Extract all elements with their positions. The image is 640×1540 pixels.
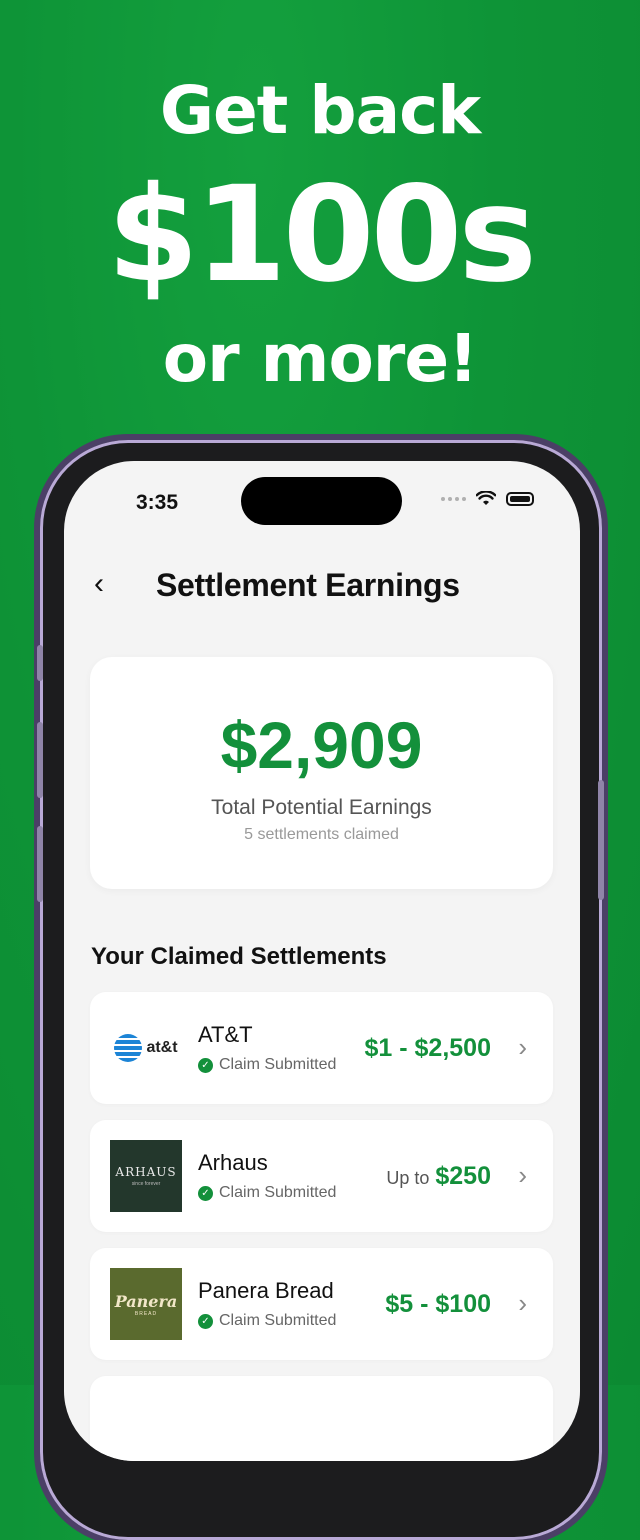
phone-side-button: [37, 645, 43, 681]
dynamic-island: [241, 477, 402, 525]
phone-power-button: [598, 780, 604, 900]
chevron-right-icon: ›: [518, 1160, 527, 1190]
hero-line-1: Get back: [159, 72, 481, 149]
panera-logo: Panera BREAD: [110, 1268, 182, 1340]
settlement-amount: Up to $250: [386, 1162, 491, 1190]
settlement-name: Arhaus: [198, 1150, 268, 1175]
arhaus-logo: ARHAUS since forever: [110, 1140, 182, 1212]
back-button[interactable]: ‹: [94, 567, 104, 601]
page-title: Settlement Earnings: [156, 567, 460, 603]
earnings-summary-card: $2,909 Total Potential Earnings 5 settle…: [90, 657, 553, 889]
settlement-name: Panera Bread: [198, 1278, 334, 1303]
total-label: Total Potential Earnings: [211, 796, 432, 819]
claim-status: ✓ Claim Submitted: [198, 1184, 336, 1202]
settlement-amount: $1 - $2,500: [364, 1034, 492, 1062]
settlement-name: AT&T: [198, 1022, 253, 1047]
check-circle-icon: ✓: [198, 1185, 213, 1201]
settlement-card-partial[interactable]: [90, 1376, 553, 1461]
hero-line-3: or more!: [162, 320, 478, 397]
settlement-card-att[interactable]: at&t AT&T ✓ Claim Submitted $1 - $2,500 …: [90, 992, 553, 1104]
status-time: 3:35: [136, 491, 179, 514]
signal-icon: [441, 497, 466, 501]
total-amount: $2,909: [220, 708, 423, 782]
claim-status: ✓ Claim Submitted: [198, 1056, 336, 1074]
wifi-icon: [476, 491, 496, 505]
battery-icon: [506, 492, 534, 506]
hero-line-2: $100s: [107, 158, 537, 312]
settlement-card-arhaus[interactable]: ARHAUS since forever Arhaus ✓ Claim Subm…: [90, 1120, 553, 1232]
section-title: Your Claimed Settlements: [91, 943, 387, 970]
settlement-card-panera[interactable]: Panera BREAD Panera Bread ✓ Claim Submit…: [90, 1248, 553, 1360]
settlement-amount: $5 - $100: [385, 1290, 491, 1318]
claim-status: ✓ Claim Submitted: [198, 1312, 336, 1330]
globe-icon: [114, 1034, 143, 1062]
chevron-right-icon: ›: [518, 1032, 527, 1062]
phone-volume-up: [37, 722, 43, 798]
settlements-count: 5 settlements claimed: [244, 826, 399, 843]
check-circle-icon: ✓: [198, 1057, 213, 1073]
phone-volume-down: [37, 826, 43, 902]
att-logo: at&t: [110, 1012, 182, 1084]
status-icons: [441, 491, 534, 507]
phone-screen: 3:35 ‹ Settlement Earnings $2,909 Total …: [64, 461, 580, 1461]
chevron-right-icon: ›: [518, 1288, 527, 1318]
check-circle-icon: ✓: [198, 1313, 213, 1329]
